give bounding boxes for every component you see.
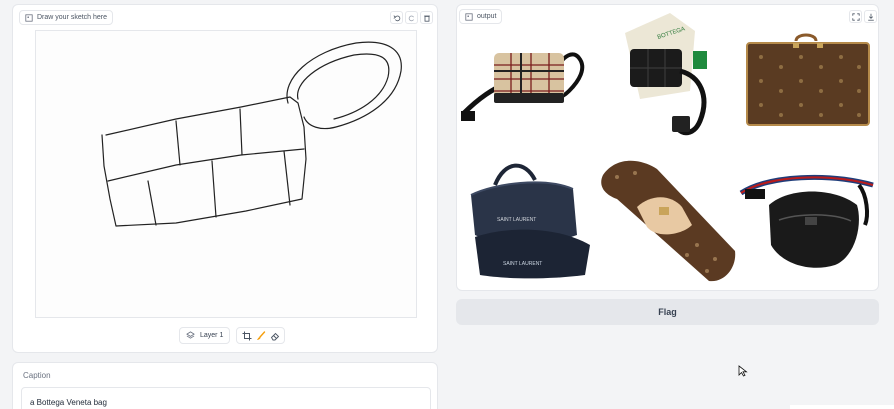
- layer-selector[interactable]: Layer 1: [179, 327, 231, 344]
- undo-icon: [393, 14, 400, 21]
- sketch-panel: Draw your sketch here Layer 1: [12, 4, 438, 353]
- layers-icon: [186, 331, 195, 339]
- undo-button[interactable]: [390, 11, 403, 24]
- crop-tool-button[interactable]: [241, 330, 252, 341]
- brush-tool-button[interactable]: [255, 330, 266, 341]
- gallery-thumbnail[interactable]: [741, 33, 876, 133]
- monogram-eyeglass-case-image: [601, 160, 736, 282]
- app-root: Draw your sketch here Layer 1 Caption a …: [0, 0, 894, 409]
- gallery-thumbnail[interactable]: SAINT LAURENT SAINT LAURENT: [465, 155, 595, 280]
- brown-monogram-suitcase-image: [746, 33, 870, 126]
- crop-icon: [242, 331, 252, 340]
- redo-button[interactable]: [405, 11, 418, 24]
- layer-label: Layer 1: [200, 332, 224, 339]
- layer-toolbar: Layer 1: [179, 327, 286, 344]
- caption-label: Caption: [23, 371, 51, 380]
- black-crossbody-bag-image: BOTTEGA: [625, 13, 707, 136]
- burberry-check-camera-bag-image: [461, 52, 585, 121]
- download-icon: [867, 13, 874, 21]
- output-label-chip: output: [459, 9, 503, 24]
- tool-group: [236, 327, 286, 344]
- trash-icon: [423, 15, 430, 22]
- bag-sketch-drawing: [101, 41, 402, 227]
- navy-duffel-bag-image: SAINT LAURENT SAINT LAURENT: [470, 163, 590, 279]
- caption-panel: Caption: [12, 362, 438, 409]
- gallery-thumbnail[interactable]: BOTTEGA: [600, 11, 735, 143]
- eraser-icon: [270, 332, 279, 340]
- brush-icon: [256, 330, 266, 340]
- duffel-print: SAINT LAURENT: [497, 217, 536, 223]
- sketch-canvas[interactable]: [35, 30, 417, 318]
- eraser-tool-button[interactable]: [269, 330, 280, 341]
- gallery-thumbnail[interactable]: [739, 165, 877, 275]
- gallery-thumbnail[interactable]: [459, 33, 594, 143]
- gallery-thumbnail[interactable]: [597, 155, 737, 285]
- output-label: output: [477, 13, 497, 20]
- clear-button[interactable]: [420, 11, 433, 24]
- sketch-label: Draw your sketch here: [37, 14, 108, 21]
- flag-button[interactable]: Flag: [456, 299, 879, 325]
- fullscreen-icon: [851, 12, 860, 21]
- redo-icon: [408, 15, 414, 21]
- output-gallery-panel: output BOTTEGA SAINT LAURENT SAINT LAURE…: [456, 4, 879, 291]
- image-icon: [25, 13, 33, 22]
- caption-input[interactable]: [21, 387, 431, 409]
- black-belt-bag-image: [739, 174, 874, 268]
- bottom-edge-strip: [790, 405, 894, 409]
- fullscreen-button[interactable]: [849, 10, 862, 23]
- sketch-label-chip: Draw your sketch here: [19, 10, 114, 25]
- download-button[interactable]: [864, 10, 877, 23]
- mouse-cursor-icon: [738, 365, 748, 377]
- dustbag-print: SAINT LAURENT: [503, 261, 542, 267]
- image-icon: [465, 12, 473, 21]
